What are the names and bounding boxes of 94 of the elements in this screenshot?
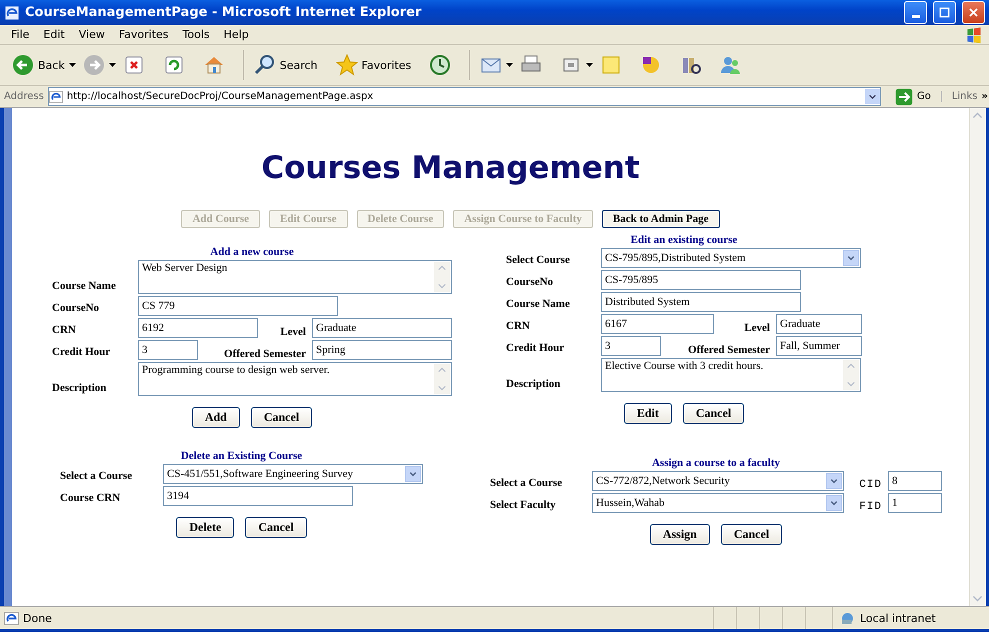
text-field[interactable]: CS 779 [138, 296, 338, 316]
form-button[interactable]: Delete [176, 517, 234, 538]
menu-item[interactable]: View [72, 28, 112, 41]
address-label: Address [4, 91, 44, 102]
search-icon [254, 54, 276, 76]
field-label: Description [506, 378, 562, 392]
field-label: Level [279, 326, 307, 338]
search-button[interactable]: Search [250, 51, 322, 79]
window-title: CourseManagementPage - Microsoft Internet Explorer [25, 5, 422, 20]
field-label: Course CRN [60, 492, 122, 506]
field-label: CRN [52, 324, 77, 338]
form-button[interactable]: Cancel [250, 407, 312, 428]
field-label: Level [743, 322, 771, 334]
text-field[interactable]: 6192 [138, 318, 258, 338]
links-button[interactable]: Links [940, 91, 978, 102]
text-area[interactable]: Programming course to design web server. [138, 362, 452, 396]
dropdown[interactable]: CS-772/872,Network Security [592, 471, 844, 491]
text-field[interactable]: 6167 [601, 314, 714, 334]
text-field[interactable]: 8 [888, 471, 942, 491]
text-field[interactable]: 3 [601, 336, 661, 356]
star-icon [336, 54, 358, 76]
text-area[interactable]: Web Server Design [138, 260, 452, 294]
text-field[interactable]: 3 [138, 340, 198, 360]
dropdown-caret-icon [108, 63, 116, 67]
dropdown-caret-icon [586, 63, 594, 67]
form-button[interactable]: Edit [624, 403, 672, 424]
form-button[interactable]: Assign [650, 524, 710, 545]
text-field[interactable]: CS-795/895 [601, 270, 801, 290]
dropdown-caret-icon [506, 63, 514, 67]
globe-icon [839, 610, 856, 626]
text-field[interactable]: Graduate [776, 314, 862, 334]
field-label: CID [858, 479, 883, 491]
field-label: Course Name [52, 280, 117, 294]
more-links-icon[interactable]: » [982, 91, 989, 102]
text-field[interactable]: Distributed System [601, 292, 801, 312]
field-label: Credit Hour [506, 342, 566, 356]
field-label: Select Faculty [490, 499, 557, 513]
field-label: CourseNo [52, 302, 100, 316]
form-button[interactable]: Cancel [682, 403, 744, 424]
minimize-icon [912, 15, 920, 18]
zone-label: Local intranet [860, 612, 936, 624]
field-label: Offered Semester [223, 348, 307, 360]
back-button[interactable]: Back [8, 51, 69, 79]
field-label: Course Name [506, 298, 571, 312]
maximize-icon [938, 6, 951, 19]
house-icon[interactable] [202, 54, 225, 76]
menu-item[interactable]: Edit [36, 28, 72, 41]
browser-icon [4, 4, 20, 20]
field-label: CourseNo [506, 276, 554, 290]
page-icon [4, 610, 19, 626]
address-field[interactable]: http://localhost/SecureDocProj/CourseManagementPage.aspx [48, 87, 881, 106]
field-label: CRN [506, 320, 531, 334]
form-title: Delete an Existing Course [180, 450, 302, 462]
text-field[interactable]: Fall, Summer [776, 336, 862, 356]
close-icon [967, 6, 980, 19]
windows-logo-icon [965, 26, 983, 44]
form-title: Edit an existing course [630, 234, 738, 246]
form-button[interactable]: Cancel [720, 524, 782, 545]
dropdown[interactable]: CS-451/551,Software Engineering Survey [163, 464, 423, 484]
text-field[interactable]: Graduate [312, 318, 452, 338]
text-area[interactable]: Elective Course with 3 credit hours. [601, 358, 861, 392]
menu-item[interactable]: Tools [176, 28, 217, 41]
form-title: Add a new course [210, 246, 294, 258]
field-label: Select a Course [60, 470, 134, 484]
form-button[interactable]: Cancel [245, 517, 307, 538]
menu-item[interactable]: Favorites [112, 28, 176, 41]
go-button[interactable]: Go [888, 88, 937, 106]
text-field[interactable]: Spring [312, 340, 452, 360]
refresh-icon[interactable] [162, 54, 185, 76]
form-button[interactable]: Add [192, 407, 240, 428]
text-field[interactable]: 1 [888, 493, 942, 513]
page-icon [48, 90, 63, 104]
dropdown[interactable]: Hussein,Wahab [592, 493, 844, 513]
form-title: Assign a course to a faculty [652, 457, 780, 469]
minimize-button[interactable] [904, 1, 927, 24]
field-label: Offered Semester [687, 344, 771, 356]
clock-icon[interactable] [429, 54, 452, 76]
field-label: Select Course [506, 254, 571, 268]
text-field[interactable]: 3194 [163, 486, 353, 506]
stop-icon[interactable] [122, 54, 145, 76]
menu-item[interactable]: File [4, 28, 36, 41]
field-label: FID [858, 501, 883, 513]
nav-button[interactable]: Back to Admin Page [602, 210, 720, 228]
menu-item[interactable]: Help [216, 28, 256, 41]
status-text: Done [23, 612, 53, 624]
maximize-button[interactable] [933, 1, 956, 24]
dropdown-caret-icon [68, 63, 76, 67]
field-label: Description [52, 382, 108, 396]
close-button[interactable] [962, 1, 985, 24]
field-label: Select a Course [490, 477, 564, 491]
dropdown[interactable]: CS-795/895,Distributed System [601, 248, 861, 268]
favorites-button[interactable]: Favorites [332, 51, 416, 79]
field-label: Credit Hour [52, 346, 112, 360]
page-heading: Courses Management [260, 150, 641, 186]
